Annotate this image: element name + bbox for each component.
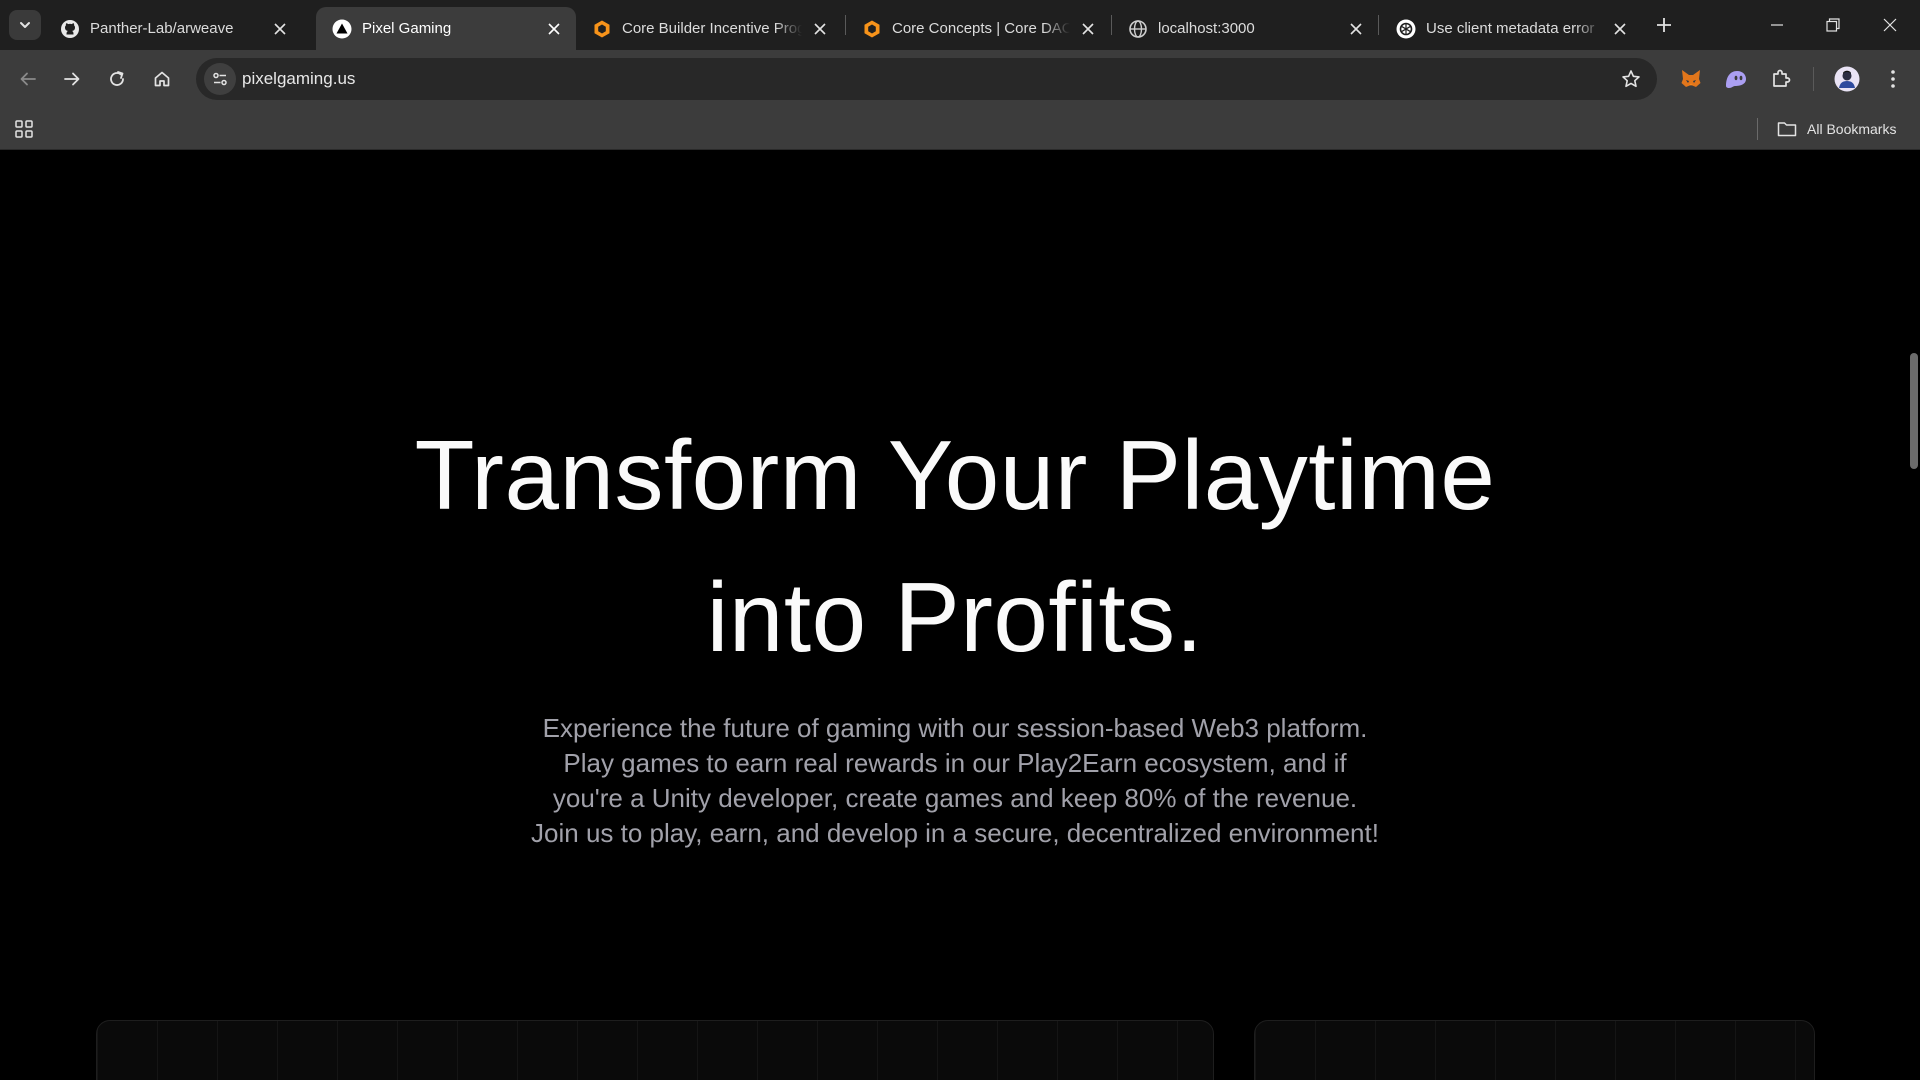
- browser-toolbar: pixelgaming.us: [0, 50, 1920, 108]
- folder-icon: [1777, 120, 1797, 138]
- hero-title: Transform Your Playtime into Profits.: [0, 404, 1910, 688]
- tab-core-builder-incentive[interactable]: Core Builder Incentive Program: [576, 7, 842, 50]
- extension-ghost[interactable]: [1721, 64, 1751, 94]
- minimize-icon: [1771, 24, 1783, 26]
- avatar-icon: [1834, 66, 1860, 92]
- triangle-logo-icon: [332, 19, 352, 39]
- openai-icon: [1396, 19, 1416, 39]
- tab-panther-lab-arweave[interactable]: Panther-Lab/arweave: [44, 7, 302, 50]
- chevron-down-icon: [20, 22, 30, 28]
- address-bar[interactable]: pixelgaming.us: [196, 58, 1657, 100]
- tab-title: Pixel Gaming: [362, 20, 452, 37]
- github-icon: [60, 19, 80, 39]
- close-window-button[interactable]: [1862, 0, 1918, 50]
- feature-card-left: [96, 1020, 1214, 1080]
- profile-avatar[interactable]: [1832, 64, 1862, 94]
- minimize-button[interactable]: [1749, 0, 1805, 50]
- page-viewport: Transform Your Playtime into Profits. Ex…: [0, 151, 1920, 1080]
- extensions-button[interactable]: [1766, 64, 1796, 94]
- globe-icon: [1128, 19, 1148, 39]
- toolbar-separator: [1813, 67, 1814, 91]
- page-scrollbar[interactable]: [1908, 151, 1920, 1080]
- hero-description: Experience the future of gaming with our…: [531, 713, 1379, 848]
- close-icon[interactable]: [270, 19, 290, 39]
- fox-icon: [1681, 70, 1701, 87]
- puzzle-icon: [1773, 69, 1791, 87]
- bookmarks-bar: All Bookmarks: [0, 108, 1920, 150]
- extension-metamask[interactable]: [1676, 64, 1706, 94]
- close-icon[interactable]: [1078, 19, 1098, 39]
- restore-button[interactable]: [1805, 0, 1861, 50]
- close-icon[interactable]: [544, 19, 564, 39]
- more-vertical-icon: [1891, 70, 1895, 88]
- tab-title: Use client metadata error: [1426, 20, 1595, 37]
- tune-icon: [213, 72, 227, 86]
- close-icon[interactable]: [810, 19, 830, 39]
- restore-icon: [1826, 18, 1840, 32]
- tab-title: Panther-Lab/arweave: [90, 20, 234, 37]
- url-text[interactable]: pixelgaming.us: [242, 69, 355, 89]
- back-button[interactable]: [11, 62, 45, 96]
- reload-icon: [110, 71, 124, 86]
- core-dao-icon: [592, 19, 612, 39]
- home-button[interactable]: [145, 62, 179, 96]
- tab-localhost[interactable]: localhost:3000: [1112, 7, 1378, 50]
- plus-icon: [1657, 18, 1671, 32]
- new-tab-button[interactable]: [1652, 10, 1676, 40]
- tab-title: Core Concepts | Core DAO: [892, 20, 1070, 37]
- arrow-right-icon: [64, 72, 80, 86]
- hero-title-line-2: into Profits.: [706, 562, 1204, 672]
- scrollbar-thumb[interactable]: [1910, 353, 1918, 469]
- bookmarks-separator: [1757, 118, 1758, 140]
- tab-title: Core Builder Incentive Program: [622, 20, 802, 37]
- home-icon: [154, 71, 170, 87]
- all-bookmarks-button[interactable]: All Bookmarks: [1777, 108, 1896, 150]
- tab-pixel-gaming[interactable]: Pixel Gaming: [316, 7, 576, 50]
- tab-strip: Panther-Lab/arweave Pixel Gaming Core Bu…: [0, 0, 1920, 50]
- tab-core-concepts[interactable]: Core Concepts | Core DAO: [846, 7, 1110, 50]
- tab-title: localhost:3000: [1158, 20, 1255, 37]
- all-bookmarks-label: All Bookmarks: [1807, 121, 1897, 137]
- apps-grid-icon[interactable]: [14, 119, 34, 139]
- bookmark-star-button[interactable]: [1619, 67, 1643, 91]
- tab-separator: [1378, 15, 1379, 35]
- tab-search-button[interactable]: [9, 10, 41, 40]
- core-dao-icon: [862, 19, 882, 39]
- close-icon: [1883, 18, 1897, 32]
- site-info-button[interactable]: [204, 63, 236, 95]
- tab-use-client-metadata-error[interactable]: Use client metadata error: [1380, 7, 1642, 50]
- star-icon: [1622, 70, 1640, 88]
- close-icon[interactable]: [1346, 19, 1366, 39]
- arrow-left-icon: [20, 72, 36, 86]
- browser-menu-button[interactable]: [1878, 64, 1908, 94]
- ghost-icon: [1726, 71, 1746, 88]
- reload-button[interactable]: [100, 62, 134, 96]
- close-icon[interactable]: [1610, 19, 1630, 39]
- forward-button[interactable]: [55, 62, 89, 96]
- hero-title-line-1: Transform Your Playtime: [414, 420, 1496, 530]
- feature-card-right: [1254, 1020, 1815, 1080]
